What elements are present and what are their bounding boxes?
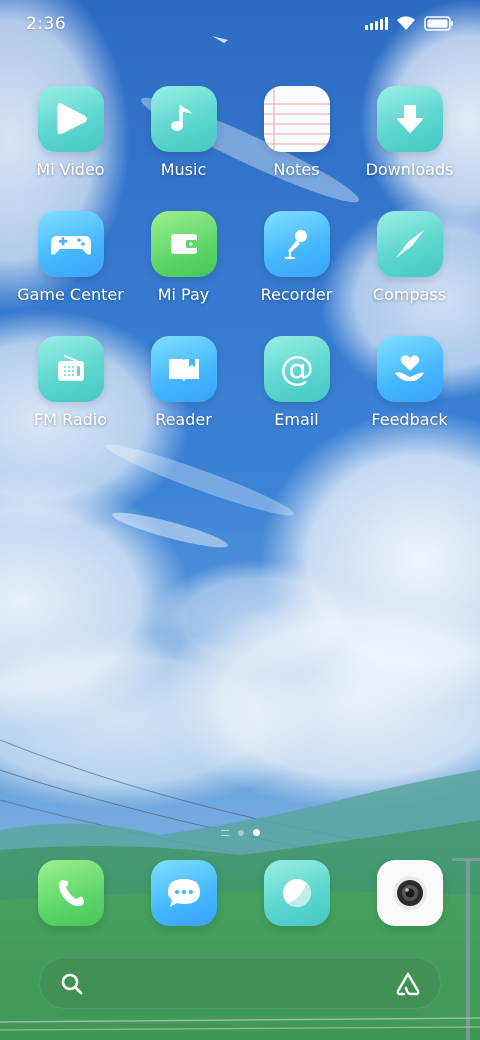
app-label: Feedback	[371, 410, 448, 429]
camera-icon[interactable]	[376, 860, 443, 926]
app-label: Game Center	[17, 285, 124, 304]
app-row: Mi Video Music Notes Downloads	[0, 86, 480, 211]
app-email[interactable]: @ Email	[240, 336, 353, 461]
app-label: FM Radio	[33, 410, 108, 429]
book-icon[interactable]	[150, 336, 217, 402]
app-row: FM Radio Reader @ Email Feedback	[0, 336, 480, 461]
app-label: Mi Pay	[157, 285, 210, 304]
gamepad-icon[interactable]	[37, 211, 104, 277]
music-note-icon[interactable]	[150, 86, 217, 152]
notepad-icon[interactable]	[263, 86, 330, 152]
app-row: Game Center Mi Pay Recorder Compass	[0, 211, 480, 336]
page-dot-active[interactable]	[252, 829, 260, 836]
page-indicator[interactable]	[0, 829, 480, 836]
wallet-icon[interactable]	[150, 211, 217, 277]
app-feedback[interactable]: Feedback	[353, 336, 466, 461]
app-label: Compass	[372, 285, 447, 304]
compass-icon[interactable]	[376, 211, 443, 277]
dock-camera[interactable]	[353, 860, 466, 930]
dock-phone[interactable]	[14, 860, 127, 930]
dock	[0, 860, 480, 930]
app-label: Recorder	[260, 285, 333, 304]
battery-icon	[424, 15, 454, 31]
app-grid: Mi Video Music Notes Downloads Game Cent…	[0, 86, 480, 461]
app-downloads[interactable]: Downloads	[353, 86, 466, 211]
at-sign-icon[interactable]: @	[263, 336, 330, 402]
app-label: Notes	[273, 160, 320, 179]
browser-icon[interactable]	[263, 860, 330, 926]
app-label: Music	[160, 160, 207, 179]
status-icons	[365, 15, 454, 31]
app-label: Downloads	[365, 160, 454, 179]
download-arrow-icon[interactable]	[376, 86, 443, 152]
heart-hand-icon[interactable]	[376, 336, 443, 402]
search-bar[interactable]	[39, 957, 441, 1009]
app-game-center[interactable]: Game Center	[14, 211, 127, 336]
app-music[interactable]: Music	[127, 86, 240, 211]
page-indicator-minus-one[interactable]	[220, 829, 229, 836]
signal-icon	[365, 16, 388, 30]
app-recorder[interactable]: Recorder	[240, 211, 353, 336]
app-fm-radio[interactable]: FM Radio	[14, 336, 127, 461]
microphone-icon[interactable]	[263, 211, 330, 277]
app-label: Email	[274, 410, 319, 429]
status-bar: 2:36	[0, 0, 480, 50]
app-mi-pay[interactable]: Mi Pay	[127, 211, 240, 336]
radio-icon[interactable]	[37, 336, 104, 402]
phone-icon[interactable]	[37, 860, 104, 926]
assistant-icon[interactable]	[394, 971, 422, 1001]
play-icon[interactable]	[37, 86, 104, 152]
wifi-icon	[396, 15, 416, 31]
search-icon[interactable]	[60, 972, 84, 1000]
app-compass[interactable]: Compass	[353, 211, 466, 336]
app-label: Reader	[155, 410, 212, 429]
svg-text:@: @	[280, 349, 314, 389]
page-dot[interactable]	[237, 829, 244, 836]
app-notes[interactable]: Notes	[240, 86, 353, 211]
app-reader[interactable]: Reader	[127, 336, 240, 461]
status-time: 2:36	[26, 14, 67, 34]
app-mi-video[interactable]: Mi Video	[14, 86, 127, 211]
chat-bubble-icon[interactable]	[150, 860, 217, 926]
app-label: Mi Video	[36, 160, 105, 179]
dock-messages[interactable]	[127, 860, 240, 930]
dock-browser[interactable]	[240, 860, 353, 930]
